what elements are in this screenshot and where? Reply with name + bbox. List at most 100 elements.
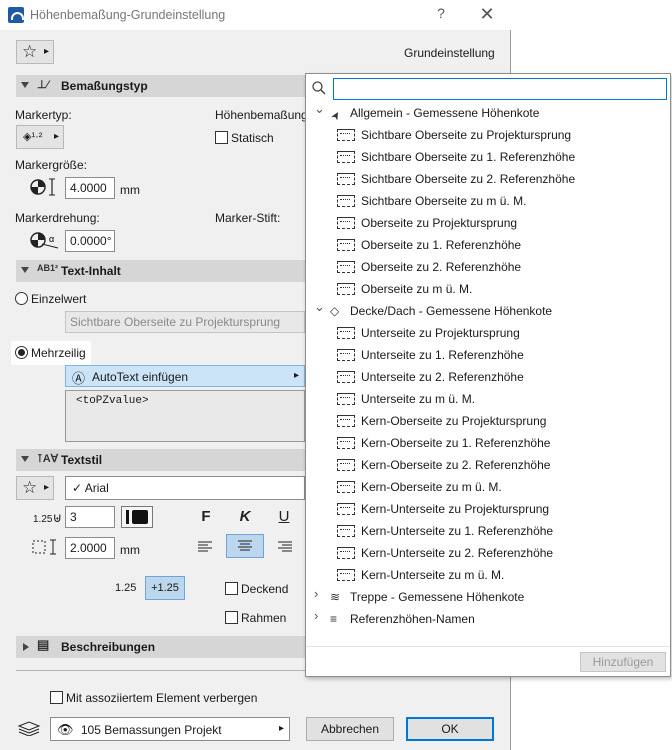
mehrzeilig-option[interactable]: Mehrzeilig [11,341,91,365]
tree-item[interactable]: Sichtbare Oberseite zu m ü. M. [306,190,670,212]
sample-plus-button[interactable]: +1.25 [145,576,185,600]
mehrzeilig-radio[interactable] [15,346,28,359]
marker-rotation-field[interactable]: 0.0000° [65,230,115,252]
tree-item[interactable]: Oberseite zu 2. Referenzhöhe [306,256,670,278]
rahmen-label: Rahmen [241,611,287,625]
markertyp-label: Markertyp: [15,108,72,122]
autotext-field-icon [337,437,355,449]
tree-item[interactable]: Kern-Unterseite zu Projektursprung [306,498,670,520]
text-style-icon: ⊺A∀ [37,453,59,465]
tree-item-label: Sichtbare Oberseite zu m ü. M. [361,194,527,208]
tree-item[interactable]: Oberseite zu Projektursprung [306,212,670,234]
tree-group[interactable]: ⌄ ➤ Allgemein - Gemessene Höhenkote [306,102,670,124]
align-center-button[interactable] [226,534,264,558]
chevron-down-icon[interactable]: ⌄ [314,102,325,115]
autotext-field-icon [337,415,355,427]
align-right-button[interactable] [276,538,294,556]
einzelwert-select[interactable]: Sichtbare Oberseite zu Projektursprung [65,311,305,333]
autotext-field-icon [337,393,355,405]
autotext-button[interactable]: Ⓐ AutoText einfügen ▸ [65,365,305,387]
marker-size-field[interactable]: 4.0000 [65,177,115,199]
tree-item[interactable]: Oberseite zu 1. Referenzhöhe [306,234,670,256]
align-left-icon [198,541,212,552]
svg-text:α: α [49,234,54,244]
tree-item[interactable]: Unterseite zu 1. Referenzhöhe [306,344,670,366]
line-spacing-icon [31,538,61,556]
layer-name: 105 Bemassungen Projekt [80,723,222,737]
tree-item[interactable]: Unterseite zu Projektursprung [306,322,670,344]
autotext-field-icon [337,151,355,163]
search-input[interactable] [333,78,667,100]
tree-item-label: Sichtbare Oberseite zu 2. Referenzhöhe [361,172,576,186]
tree-item-label: Sichtbare Oberseite zu 1. Referenzhöhe [361,150,576,164]
text-favorites-button[interactable]: ☆ ▸ [16,476,54,500]
rahmen-checkbox[interactable] [225,611,238,624]
stair-icon: ≋ [330,590,341,604]
tree-item[interactable]: Kern-Oberseite zu 1. Referenzhöhe [306,432,670,454]
align-left-button[interactable] [196,538,214,556]
chevron-down-icon[interactable]: ⌄ [314,300,325,313]
tree-item-label: Unterseite zu Projektursprung [361,326,520,340]
font-select[interactable]: ✓ Arial [65,476,305,500]
statisch-checkbox[interactable] [215,131,228,144]
tree-item[interactable]: Kern-Oberseite zu Projektursprung [306,410,670,432]
tree-item-label: Oberseite zu m ü. M. [361,282,473,296]
markertyp-button[interactable]: ◈¹·² ▸ [16,125,64,149]
hoehenbemassung-label: Höhenbemaßung [215,108,308,122]
ok-button[interactable]: OK [406,717,494,741]
autotext-icon: Ⓐ [72,371,86,386]
favorites-button[interactable]: ☆ ▸ [16,40,54,64]
dimension-type-icon: ⊥⁄ [37,79,49,91]
tree-item[interactable]: Kern-Oberseite zu m ü. M. [306,476,670,498]
tree-item[interactable]: Sichtbare Oberseite zu Projektursprung [306,124,670,146]
italic-button[interactable]: K [235,508,255,525]
section-title: Bemaßungstyp [61,79,148,93]
tree-group[interactable]: ⌄ ◇ Decke/Dach - Gemessene Höhenkote [306,300,670,322]
sample-plain-button[interactable]: 1.25 [115,582,136,594]
sample-plus-label: +1.25 [151,582,179,594]
marker-rotation-icon: α [28,230,62,250]
autotext-field-icon [337,239,355,251]
help-button[interactable]: ? [430,5,452,25]
layer-select[interactable]: 👁 105 Bemassungen Projekt ▸ [50,717,290,741]
tree-item[interactable]: Sichtbare Oberseite zu 2. Referenzhöhe [306,168,670,190]
pen-color-button[interactable] [121,506,153,528]
einzelwert-radio[interactable] [15,292,28,305]
tree-item[interactable]: Oberseite zu m ü. M. [306,278,670,300]
close-button[interactable]: ✕ [476,4,498,26]
tree-item[interactable]: Kern-Oberseite zu 2. Referenzhöhe [306,454,670,476]
tree-group-label: Treppe - Gemessene Höhenkote [350,590,525,604]
tree-item[interactable]: Sichtbare Oberseite zu 1. Referenzhöhe [306,146,670,168]
tree-item[interactable]: Kern-Unterseite zu 1. Referenzhöhe [306,520,670,542]
tree-item-label: Oberseite zu 1. Referenzhöhe [361,238,522,252]
bold-button[interactable]: F [196,508,216,525]
autotext-field-icon [337,173,355,185]
tree-item[interactable]: Unterseite zu 2. Referenzhöhe [306,366,670,388]
tree-group[interactable]: › ≋ Treppe - Gemessene Höhenkote [306,586,670,608]
marker-type-icon: ◈¹·² [23,131,43,143]
deckend-checkbox[interactable] [225,582,238,595]
cancel-button[interactable]: Abbrechen [306,717,394,741]
tree-item-label: Unterseite zu 2. Referenzhöhe [361,370,524,384]
tree-item[interactable]: Unterseite zu m ü. M. [306,388,670,410]
chevron-right-icon[interactable]: › [314,587,324,600]
tree-group[interactable]: › ≡ Referenzhöhen-Namen [306,608,670,630]
tree-item[interactable]: Kern-Unterseite zu m ü. M. [306,564,670,586]
arrow-right-icon: ▸ [294,370,300,381]
text-size-field[interactable]: 3 [65,506,115,528]
tree-item-label: Oberseite zu Projektursprung [361,216,518,230]
autotext-field-icon [337,261,355,273]
add-button[interactable]: Hinzufügen [580,652,666,672]
multiline-text-area[interactable]: <toPZvalue> [65,390,305,442]
chevron-right-icon[interactable]: › [314,609,324,622]
separator [306,646,670,647]
tree-item[interactable]: Kern-Unterseite zu 2. Referenzhöhe [306,542,670,564]
underline-button[interactable]: U [274,508,294,525]
section-title: Beschreibungen [61,640,156,654]
tree-item-label: Sichtbare Oberseite zu Projektursprung [361,128,572,142]
hide-with-element-checkbox[interactable] [50,691,63,704]
text-content-icon: AB1² [37,263,59,273]
line-spacing-field[interactable]: 2.0000 [65,537,115,559]
ok-label: OK [441,722,459,736]
font-name: Arial [84,481,109,495]
